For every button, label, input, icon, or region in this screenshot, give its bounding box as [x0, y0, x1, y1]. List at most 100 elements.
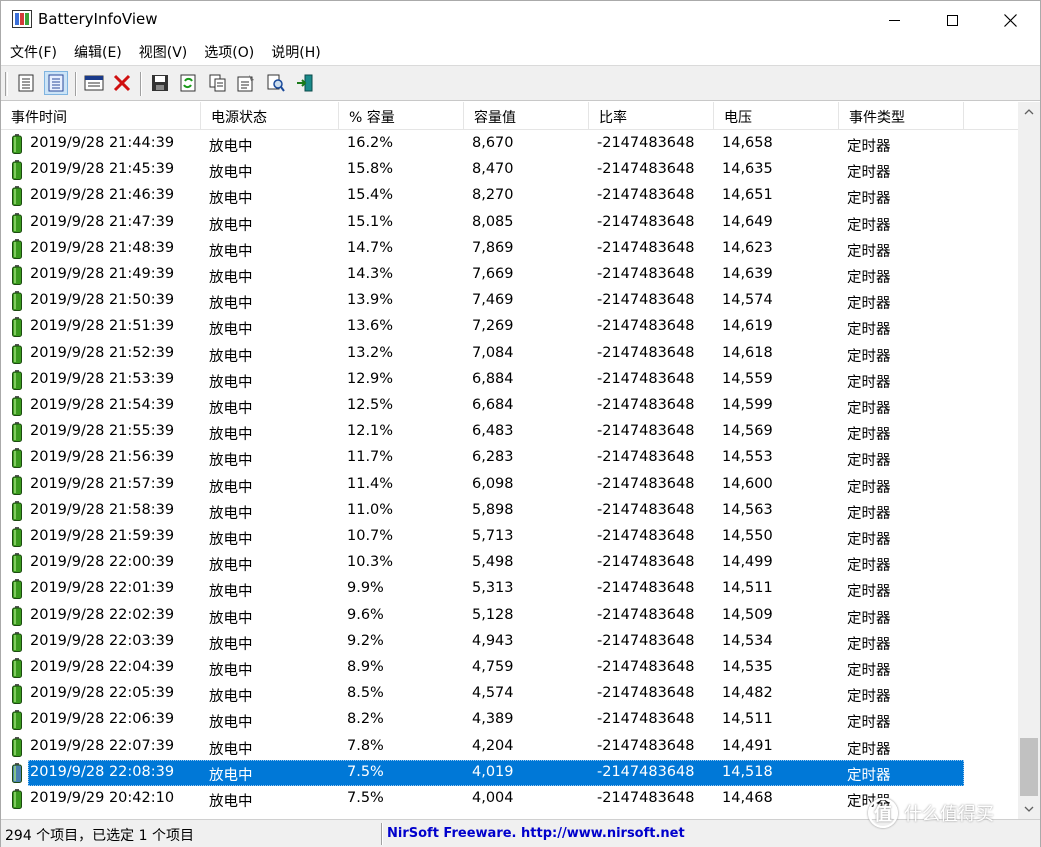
event-list[interactable]: 事件时间 电源状态 % 容量 容量值 比率 电压 事件类型 2019/9/28 … [1, 102, 1040, 819]
cell-capacity-percent: 15.1% [347, 214, 394, 230]
menu-edit[interactable]: 编辑(E) [65, 39, 130, 65]
table-row[interactable]: 2019/9/28 22:07:39 放电中 7.8% 4,204 -214748364… [1, 734, 1018, 760]
cell-time: 2019/9/28 21:48:39 [30, 240, 175, 256]
table-row[interactable]: 2019/9/28 21:53:39 放电中 12.9% 6,884 -21474836… [1, 367, 1018, 393]
table-row[interactable]: 2019/9/28 21:58:39 放电中 11.0% 5,898 -21474836… [1, 498, 1018, 524]
cell-voltage: 14,563 [722, 502, 773, 518]
find-button[interactable] [264, 71, 288, 95]
close-button[interactable] [981, 1, 1039, 39]
table-row[interactable]: 2019/9/28 21:47:39 放电中 15.1% 8,085 -21474836… [1, 210, 1018, 236]
cell-capacity-percent: 11.4% [347, 476, 394, 492]
cell-power-state: 放电中 [209, 296, 253, 312]
cell-capacity-percent: 10.7% [347, 528, 394, 544]
table-row[interactable]: 2019/9/28 22:08:39 放电中 7.5% 4,019 -214748364… [1, 760, 1018, 786]
list-header: 事件时间 电源状态 % 容量 容量值 比率 电压 事件类型 [1, 102, 1018, 130]
scroll-down-button[interactable] [1018, 799, 1040, 819]
cell-capacity-percent: 13.9% [347, 292, 394, 308]
table-row[interactable]: 2019/9/28 21:59:39 放电中 10.7% 5,713 -21474836… [1, 524, 1018, 550]
menu-bar: 文件(F) 编辑(E) 视图(V) 选项(O) 说明(H) [1, 39, 1040, 65]
menu-help[interactable]: 说明(H) [262, 39, 328, 65]
cell-rate: -2147483648 [597, 685, 695, 701]
cell-capacity: 6,283 [472, 449, 514, 465]
table-row[interactable]: 2019/9/28 21:46:39 放电中 15.4% 8,270 -21474836… [1, 183, 1018, 209]
column-header-capacity[interactable]: 容量值 [464, 102, 589, 130]
cell-rate: -2147483648 [597, 266, 695, 282]
cell-rate: -2147483648 [597, 135, 695, 151]
menu-options[interactable]: 选项(O) [195, 39, 262, 65]
table-row[interactable]: 2019/9/28 21:45:39 放电中 15.8% 8,470 -21474836… [1, 157, 1018, 183]
menu-view[interactable]: 视图(V) [130, 39, 196, 65]
table-row[interactable]: 2019/9/28 21:44:39 放电中 16.2% 8,670 -21474836… [1, 131, 1018, 157]
properties-button[interactable] [234, 71, 258, 95]
refresh-button[interactable] [176, 71, 200, 95]
battery-icon [12, 710, 22, 730]
cell-power-state: 放电中 [209, 584, 253, 600]
cell-power-state: 放电中 [209, 742, 253, 758]
status-item-count: 294 个项目，已选定 1 个项目 [5, 828, 194, 844]
battery-icon [12, 763, 22, 783]
column-header-time[interactable]: 事件时间 [1, 102, 201, 130]
vertical-scrollbar[interactable] [1018, 102, 1040, 819]
table-row[interactable]: 2019/9/28 22:05:39 放电中 8.5% 4,574 -214748364… [1, 681, 1018, 707]
properties-window-button[interactable] [82, 71, 106, 95]
cell-capacity-percent: 15.8% [347, 161, 394, 177]
battery-icon [12, 448, 22, 468]
column-header-rate[interactable]: 比率 [589, 102, 714, 130]
app-icon [12, 10, 32, 28]
cell-event-type: 定时器 [847, 401, 891, 417]
cell-event-type: 定时器 [847, 742, 891, 758]
table-row[interactable]: 2019/9/28 22:04:39 放电中 8.9% 4,759 -214748364… [1, 655, 1018, 681]
cell-capacity: 4,204 [472, 738, 514, 754]
cell-voltage: 14,553 [722, 449, 773, 465]
column-header-voltage[interactable]: 电压 [714, 102, 839, 130]
cell-time: 2019/9/28 21:52:39 [30, 345, 175, 361]
title-bar[interactable]: BatteryInfoView [1, 1, 1040, 39]
menu-file[interactable]: 文件(F) [1, 39, 65, 65]
column-header-event-type[interactable]: 事件类型 [839, 102, 964, 130]
cell-event-type: 定时器 [847, 768, 891, 784]
cell-capacity: 5,713 [472, 528, 514, 544]
exit-button[interactable] [293, 71, 317, 95]
cell-voltage: 14,618 [722, 345, 773, 361]
properties-icon [237, 75, 254, 92]
cell-voltage: 14,569 [722, 423, 773, 439]
table-row[interactable]: 2019/9/28 21:52:39 放电中 13.2% 7,084 -21474836… [1, 341, 1018, 367]
table-row[interactable]: 2019/9/28 21:55:39 放电中 12.1% 6,483 -21474836… [1, 419, 1018, 445]
cell-rate: -2147483648 [597, 449, 695, 465]
maximize-button[interactable] [923, 1, 981, 39]
battery-icon [12, 553, 22, 573]
battery-icon [12, 658, 22, 678]
table-row[interactable]: 2019/9/28 21:50:39 放电中 13.9% 7,469 -21474836… [1, 288, 1018, 314]
column-header-capacity-percent[interactable]: % 容量 [339, 102, 464, 130]
cell-rate: -2147483648 [597, 633, 695, 649]
table-row[interactable]: 2019/9/28 22:02:39 放电中 9.6% 5,128 -214748364… [1, 603, 1018, 629]
table-row[interactable]: 2019/9/28 21:54:39 放电中 12.5% 6,684 -21474836… [1, 393, 1018, 419]
table-row[interactable]: 2019/9/28 21:48:39 放电中 14.7% 7,869 -21474836… [1, 236, 1018, 262]
cell-voltage: 14,651 [722, 187, 773, 203]
cell-time: 2019/9/28 22:03:39 [30, 633, 175, 649]
delete-button[interactable] [110, 71, 134, 95]
scroll-up-button[interactable] [1018, 102, 1040, 122]
cell-event-type: 定时器 [847, 689, 891, 705]
table-row[interactable]: 2019/9/28 21:51:39 放电中 13.6% 7,269 -21474836… [1, 314, 1018, 340]
log-view-button[interactable] [44, 71, 68, 95]
column-header-power-state[interactable]: 电源状态 [201, 102, 339, 130]
watermark-logo: 值 [868, 798, 898, 828]
scroll-thumb[interactable] [1020, 738, 1038, 796]
cell-capacity-percent: 16.2% [347, 135, 394, 151]
table-row[interactable]: 2019/9/29 20:42:10 放电中 7.5% 4,004 -214748364… [1, 786, 1018, 812]
table-row[interactable]: 2019/9/28 21:57:39 放电中 11.4% 6,098 -21474836… [1, 472, 1018, 498]
nirsoft-link[interactable]: NirSoft Freeware. http://www.nirsoft.net [387, 826, 685, 841]
exit-icon [297, 74, 313, 92]
table-row[interactable]: 2019/9/28 22:03:39 放电中 9.2% 4,943 -214748364… [1, 629, 1018, 655]
table-row[interactable]: 2019/9/28 21:49:39 放电中 14.3% 7,669 -21474836… [1, 262, 1018, 288]
copy-button[interactable] [206, 71, 230, 95]
general-view-button[interactable] [14, 71, 38, 95]
table-row[interactable]: 2019/9/28 22:06:39 放电中 8.2% 4,389 -214748364… [1, 707, 1018, 733]
save-button[interactable] [148, 71, 172, 95]
cell-power-state: 放电中 [209, 349, 253, 365]
minimize-button[interactable] [865, 1, 923, 39]
table-row[interactable]: 2019/9/28 21:56:39 放电中 11.7% 6,283 -21474836… [1, 445, 1018, 471]
table-row[interactable]: 2019/9/28 22:01:39 放电中 9.9% 5,313 -214748364… [1, 576, 1018, 602]
table-row[interactable]: 2019/9/28 22:00:39 放电中 10.3% 5,498 -21474836… [1, 550, 1018, 576]
